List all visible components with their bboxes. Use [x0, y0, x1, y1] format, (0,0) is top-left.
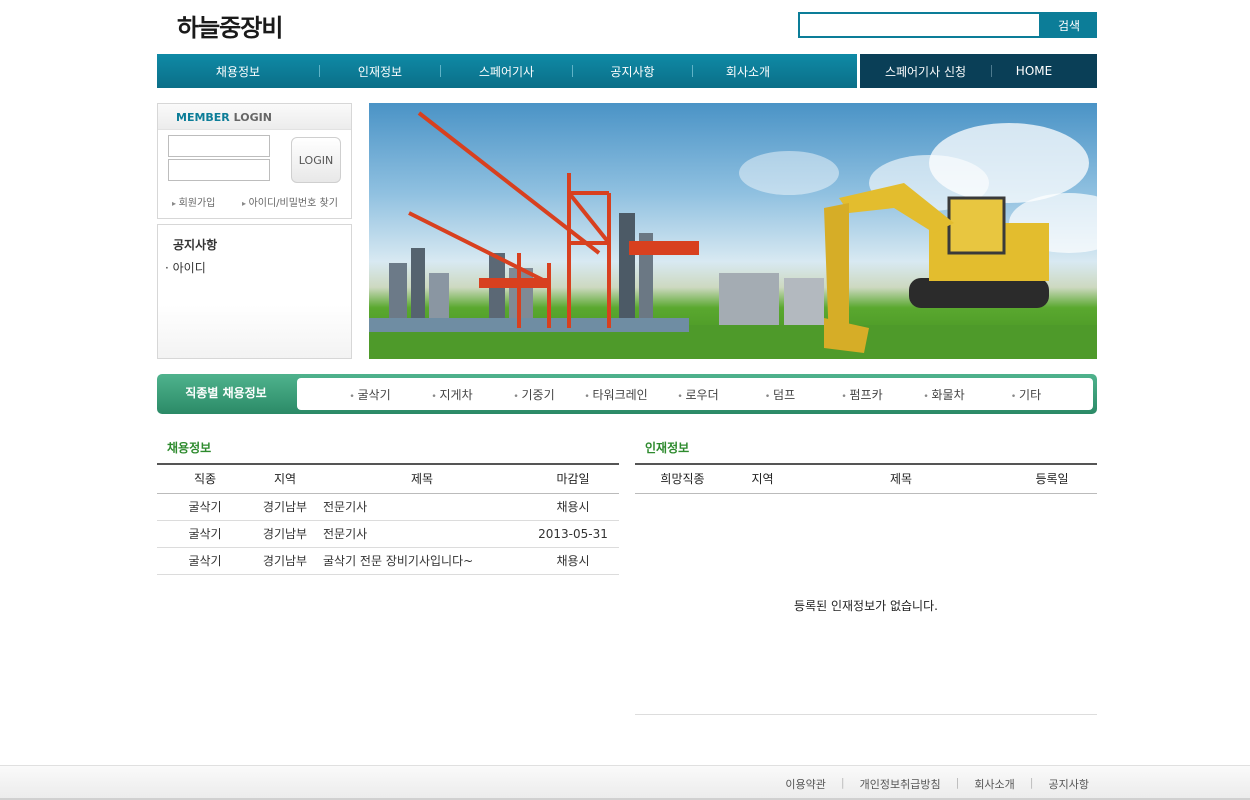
table-header-row: 직종 지역 제목 마감일 — [157, 463, 619, 494]
nav-item-company[interactable]: 회사소개 — [693, 63, 803, 80]
site-logo[interactable]: 하늘중장비 — [177, 8, 283, 43]
login-id-input[interactable] — [168, 135, 270, 157]
deadline-cell: 채용시 — [527, 547, 619, 575]
login-title: MEMBER LOGIN — [158, 104, 351, 130]
footer-link-terms[interactable]: 이용약관 — [785, 776, 825, 792]
login-title-member: MEMBER — [176, 111, 230, 124]
footer-links: 이용약관 | 개인정보취급방침 | 회사소개 | 공지사항 — [785, 776, 1089, 792]
column-header: 등록일 — [1007, 463, 1097, 494]
login-title-login: LOGIN — [229, 111, 272, 124]
search-input[interactable] — [798, 12, 1041, 38]
nav-item-spare-apply[interactable]: 스페어기사 신청 — [860, 63, 991, 80]
footer-link-notice[interactable]: 공지사항 — [1049, 776, 1089, 792]
jobs-table: 직종 지역 제목 마감일 굴삭기 경기남부 전문기사 채용시 굴삭기 경기남부 … — [157, 463, 619, 575]
title-cell[interactable]: 전문기사 — [317, 520, 527, 548]
divider — [635, 714, 1097, 715]
search-bar: 검색 — [798, 12, 1097, 38]
job-type-cell: 굴삭기 — [157, 547, 253, 575]
join-link[interactable]: 회원가입 — [172, 194, 216, 209]
column-header: 지역 — [730, 463, 795, 494]
footer-separator: | — [955, 776, 960, 789]
deadline-cell: 2013-05-31 — [527, 520, 619, 548]
table-row[interactable]: 굴삭기 경기남부 전문기사 채용시 — [157, 493, 619, 521]
category-list: 굴삭기 지게차 기중기 타워크레인 로우더 덤프 펌프카 화물차 기타 — [297, 378, 1093, 410]
category-item[interactable]: 지게차 — [411, 386, 493, 403]
nav-item-notice[interactable]: 공지사항 — [573, 63, 692, 80]
category-item[interactable]: 덤프 — [739, 386, 821, 403]
find-account-link[interactable]: 아이디/비밀번호 찾기 — [242, 194, 338, 209]
job-type-cell: 굴삭기 — [157, 493, 253, 521]
table-row[interactable]: 굴삭기 경기남부 굴삭기 전문 장비기사입니다~ 채용시 — [157, 547, 619, 575]
footer-separator: | — [1029, 776, 1034, 789]
nav-item-home[interactable]: HOME — [992, 64, 1076, 78]
category-item[interactable]: 기타 — [985, 386, 1067, 403]
footer: 이용약관 | 개인정보취급방침 | 회사소개 | 공지사항 — [0, 765, 1250, 800]
secondary-nav: 스페어기사 신청 HOME — [860, 54, 1097, 88]
category-bar-label: 직종별 채용정보 — [185, 386, 267, 400]
deadline-cell: 채용시 — [527, 493, 619, 521]
column-header: 희망직종 — [635, 463, 730, 494]
jobs-section-title[interactable]: 채용정보 — [167, 439, 211, 456]
category-item[interactable]: 펌프카 — [821, 386, 903, 403]
category-item[interactable]: 타워크레인 — [575, 386, 657, 403]
job-type-cell: 굴삭기 — [157, 520, 253, 548]
category-item[interactable]: 기중기 — [493, 386, 575, 403]
main-banner — [369, 103, 1097, 359]
nav-item-talent[interactable]: 인재정보 — [320, 63, 440, 80]
nav-item-jobs[interactable]: 채용정보 — [157, 63, 319, 80]
category-item[interactable]: 로우더 — [657, 386, 739, 403]
login-password-input[interactable] — [168, 159, 270, 181]
region-cell: 경기남부 — [253, 493, 317, 521]
footer-separator: | — [840, 776, 845, 789]
region-cell: 경기남부 — [253, 547, 317, 575]
talent-empty-message: 등록된 인재정보가 없습니다. — [794, 599, 938, 613]
talent-section-title[interactable]: 인재정보 — [645, 439, 689, 456]
talent-table: 희망직종 지역 제목 등록일 — [635, 463, 1097, 494]
notice-item[interactable]: · 아이디 — [165, 259, 206, 276]
column-header: 마감일 — [527, 463, 619, 494]
footer-link-company[interactable]: 회사소개 — [974, 776, 1014, 792]
category-item[interactable]: 굴삭기 — [329, 386, 411, 403]
column-header: 지역 — [253, 463, 317, 494]
category-item[interactable]: 화물차 — [903, 386, 985, 403]
notice-box: 공지사항 · 아이디 — [157, 224, 352, 359]
column-header: 직종 — [157, 463, 253, 494]
category-bar: 직종별 채용정보 굴삭기 지게차 기중기 타워크레인 로우더 덤프 펌프카 화물… — [157, 374, 1097, 414]
title-cell[interactable]: 굴삭기 전문 장비기사입니다~ — [317, 547, 527, 575]
table-header-row: 희망직종 지역 제목 등록일 — [635, 463, 1097, 494]
column-header: 제목 — [317, 463, 527, 494]
table-row[interactable]: 굴삭기 경기남부 전문기사 2013-05-31 — [157, 520, 619, 548]
title-cell[interactable]: 전문기사 — [317, 493, 527, 521]
nav-item-spare-driver[interactable]: 스페어기사 — [441, 63, 572, 80]
search-button[interactable]: 검색 — [1041, 12, 1097, 38]
footer-link-privacy[interactable]: 개인정보취급방침 — [860, 776, 941, 792]
member-login-box: MEMBER LOGIN LOGIN 회원가입 아이디/비밀번호 찾기 — [157, 103, 352, 219]
login-button[interactable]: LOGIN — [291, 137, 341, 183]
column-header: 제목 — [795, 463, 1007, 494]
main-nav: 채용정보 인재정보 스페어기사 공지사항 회사소개 — [157, 54, 857, 88]
banner-image — [369, 111, 1097, 359]
notice-title: 공지사항 — [173, 238, 218, 252]
region-cell: 경기남부 — [253, 520, 317, 548]
